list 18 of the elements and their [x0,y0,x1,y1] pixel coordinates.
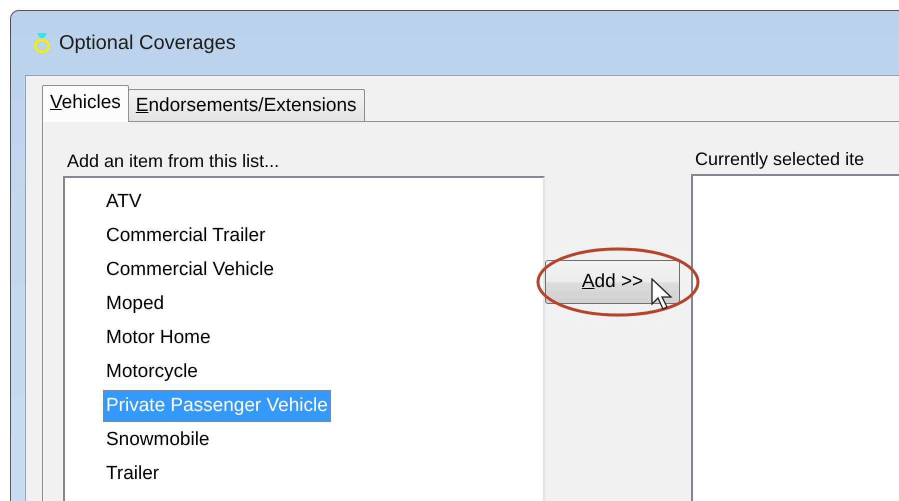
list-item[interactable]: Trailer [103,458,162,490]
selected-items-list[interactable] [691,174,899,501]
tab[interactable]: Endorsements/Extensions [128,89,365,121]
add-button[interactable]: Add >> [545,260,680,304]
tab[interactable]: Vehicles [42,85,129,122]
list-item[interactable]: Snowmobile [103,424,212,456]
list-item[interactable]: Moped [103,288,168,320]
list-item[interactable]: Motor Home [103,322,214,354]
list-item[interactable]: Commercial Vehicle [103,254,277,286]
available-items-list[interactable]: ATV Commercial Trailer Commercial Vehicle Moped Motor Home Motorcycle Private Passenger Vehicle Snowmobile Trailer [63,176,545,501]
ring-icon [33,31,51,55]
window-title: Optional Coverages [59,31,236,56]
list-label: Add an item from this list... [66,150,280,173]
list-label: Currently selected ite [694,148,866,171]
list-item[interactable]: Commercial Trailer [103,220,268,252]
list-item[interactable]: Motorcycle [103,356,201,388]
list-item[interactable]: ATV [103,186,145,218]
cursor-icon [651,278,673,312]
